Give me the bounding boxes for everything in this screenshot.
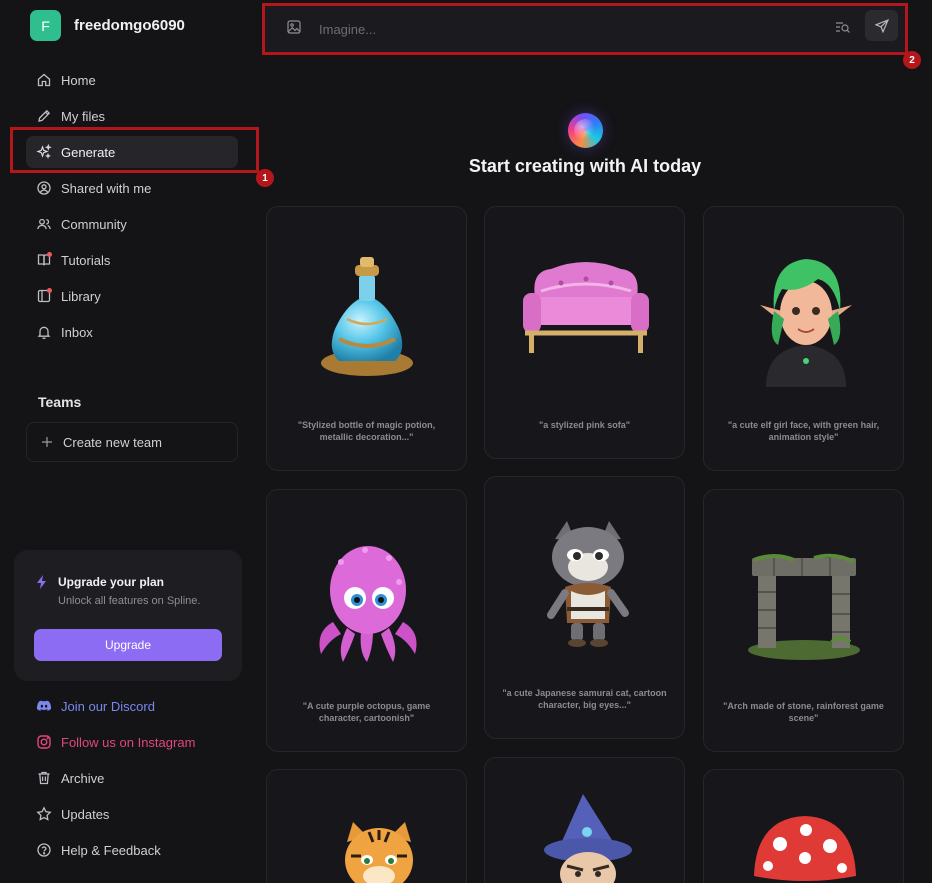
annotation-badge-2: 2: [903, 51, 921, 69]
upgrade-card: Upgrade your plan Unlock all features on…: [14, 550, 242, 681]
instagram-label: Follow us on Instagram: [61, 734, 196, 750]
discord-label: Join our Discord: [61, 698, 155, 714]
sidebar-item-label: My files: [61, 108, 106, 124]
sidebar-item-help[interactable]: Help & Feedback: [26, 834, 238, 866]
wizard-image: [544, 794, 632, 883]
lightning-icon: [37, 575, 46, 589]
username: freedomgo6090: [74, 17, 185, 34]
card-caption: "a cute Japanese samurai cat, cartoon ch…: [502, 688, 667, 710]
send-button[interactable]: [865, 10, 898, 41]
elf-girl-image: [760, 259, 852, 387]
card-caption: "a cute elf girl face, with green hair, …: [727, 420, 880, 442]
annotation-badge-1: 1: [256, 169, 274, 187]
sidebar-item-label: Help & Feedback: [61, 842, 161, 858]
example-card[interactable]: "A cute purple octopus, game character, …: [266, 489, 467, 752]
send-icon: [874, 18, 889, 33]
sidebar-item-label: Library: [61, 288, 101, 304]
samurai-cat-image: [547, 521, 629, 647]
sidebar: F freedomgo6090 Home My files Generate S…: [0, 0, 255, 883]
app-window: F freedomgo6090 Home My files Generate S…: [0, 0, 932, 883]
teams-heading: Teams: [38, 394, 82, 410]
stone-arch-image: [748, 553, 860, 660]
potion-bottle-image: [321, 257, 413, 376]
sidebar-item-archive[interactable]: Archive: [26, 762, 238, 794]
sidebar-footer: Join our Discord Follow us on Instagram …: [26, 690, 238, 870]
sidebar-item-label: Updates: [61, 806, 110, 822]
create-team-button[interactable]: Create new team: [26, 422, 238, 462]
upgrade-subtitle: Unlock all features on Spline.: [58, 595, 201, 607]
card-caption: "Stylized bottle of magic potion, metall…: [297, 420, 436, 442]
card-caption: "A cute purple octopus, game character, …: [302, 701, 431, 723]
sidebar-item-label: Shared with me: [61, 180, 152, 196]
sidebar-item-label: Archive: [61, 770, 105, 786]
notification-dot: [47, 252, 52, 257]
sparkles-icon: [36, 144, 52, 159]
user-circle-icon: [37, 181, 51, 195]
image-icon[interactable]: [286, 19, 302, 35]
sidebar-item-label: Tutorials: [61, 252, 111, 268]
upgrade-title: Upgrade your plan: [58, 575, 165, 589]
bell-icon: [37, 326, 51, 340]
users-icon: [37, 218, 51, 230]
tiger-image: [345, 822, 413, 883]
create-team-label: Create new team: [63, 434, 162, 450]
discord-icon: [36, 700, 52, 711]
example-card[interactable]: "a stylized pink sofa": [484, 206, 685, 459]
upgrade-header: Upgrade your plan: [36, 575, 164, 589]
trash-icon: [38, 771, 50, 785]
sidebar-item-label: Community: [61, 216, 127, 232]
card-caption: "a stylized pink sofa": [538, 420, 631, 430]
example-card[interactable]: "a cute Japanese samurai cat, cartoon ch…: [484, 476, 685, 739]
sidebar-item-home[interactable]: Home: [26, 64, 238, 96]
search-options-icon[interactable]: [834, 19, 851, 36]
sidebar-nav: Home My files Generate Shared with me Co…: [26, 64, 238, 352]
card-caption: "Arch made of stone, rainforest game sce…: [723, 701, 884, 723]
example-card[interactable]: [484, 757, 685, 883]
avatar[interactable]: F: [30, 10, 61, 41]
user-profile[interactable]: F freedomgo6090: [30, 10, 185, 41]
discord-link[interactable]: Join our Discord: [26, 690, 238, 722]
home-icon: [37, 73, 51, 87]
sidebar-item-my-files[interactable]: My files: [26, 100, 238, 132]
sidebar-item-inbox[interactable]: Inbox: [26, 316, 238, 348]
example-card[interactable]: [266, 769, 467, 883]
example-card[interactable]: "Stylized bottle of magic potion, metall…: [266, 206, 467, 471]
help-icon: [37, 843, 51, 857]
ai-logo: [568, 113, 603, 148]
instagram-icon: [37, 735, 51, 749]
mushroom-image: [754, 816, 856, 881]
prompt-input[interactable]: [319, 17, 799, 41]
pencil-icon: [38, 109, 51, 122]
instagram-link[interactable]: Follow us on Instagram: [26, 726, 238, 758]
sidebar-item-community[interactable]: Community: [26, 208, 238, 240]
example-card[interactable]: "Arch made of stone, rainforest game sce…: [703, 489, 904, 752]
upgrade-button[interactable]: Upgrade: [34, 629, 222, 661]
sidebar-item-label: Generate: [61, 144, 116, 160]
sidebar-item-library[interactable]: Library: [26, 280, 238, 312]
example-card[interactable]: "a cute elf girl face, with green hair, …: [703, 206, 904, 471]
sidebar-item-shared[interactable]: Shared with me: [26, 172, 238, 204]
pink-sofa-image: [523, 262, 649, 353]
star-icon: [36, 806, 52, 821]
sidebar-item-tutorials[interactable]: Tutorials: [26, 244, 238, 276]
sidebar-item-generate[interactable]: Generate: [26, 136, 238, 168]
sidebar-item-updates[interactable]: Updates: [26, 798, 238, 830]
notification-dot: [47, 288, 52, 293]
prompt-bar: [264, 5, 907, 53]
example-card[interactable]: [703, 769, 904, 883]
sidebar-item-label: Inbox: [61, 324, 93, 340]
sidebar-item-label: Home: [61, 72, 96, 88]
page-title: Start creating with AI today: [468, 156, 702, 176]
plus-icon: [42, 437, 52, 447]
purple-octopus-image: [319, 546, 417, 662]
